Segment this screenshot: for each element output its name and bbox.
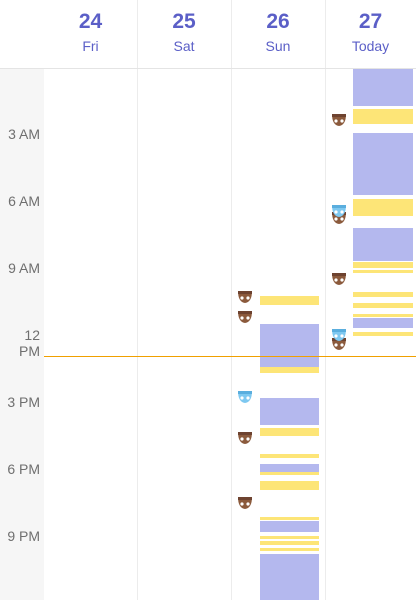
day-number: 26 [266, 10, 290, 33]
day-name: Sat [173, 38, 195, 54]
dirty-diaper-icon[interactable] [331, 272, 347, 286]
dirty-diaper-icon[interactable] [331, 113, 347, 127]
day-number: 24 [78, 10, 103, 33]
day-number: 25 [172, 10, 196, 33]
dirty-diaper-icon[interactable] [237, 431, 253, 445]
feeding-event[interactable] [260, 517, 319, 520]
feeding-event[interactable] [260, 541, 319, 545]
day-header: 24 Fri 25 Sat 26 Sun 27 Today [0, 0, 416, 68]
sleep-event[interactable] [260, 398, 319, 425]
sleep-event[interactable] [353, 318, 413, 328]
wet-diaper-icon[interactable] [237, 390, 253, 404]
column-divider [137, 69, 138, 600]
time-label-6am: 6 AM [8, 193, 40, 209]
header-column-divider [231, 0, 232, 68]
feeding-event[interactable] [353, 292, 413, 297]
column-divider [231, 69, 232, 600]
sleep-event[interactable] [260, 554, 319, 600]
feeding-event[interactable] [260, 536, 319, 539]
time-label-9am: 9 AM [8, 260, 40, 276]
day-column-header-sun[interactable]: 26 Sun [231, 0, 325, 68]
feeding-event[interactable] [353, 199, 413, 216]
feeding-event[interactable] [353, 332, 413, 336]
day-name: Fri [82, 38, 99, 54]
feeding-event[interactable] [260, 481, 319, 490]
feeding-event[interactable] [260, 428, 319, 436]
day-number: 27 [358, 10, 383, 33]
feeding-event[interactable] [353, 262, 413, 268]
wet-diaper-icon[interactable] [331, 204, 347, 218]
day-column-header-fri[interactable]: 24 Fri [44, 0, 137, 68]
time-label-6pm: 6 PM [7, 461, 40, 477]
day-column-header-sat[interactable]: 25 Sat [137, 0, 231, 68]
sleep-event[interactable] [260, 464, 319, 472]
feeding-event[interactable] [260, 367, 319, 373]
time-label-9pm: 9 PM [7, 528, 40, 544]
feeding-event[interactable] [353, 109, 413, 124]
feeding-event[interactable] [260, 472, 319, 475]
feeding-event[interactable] [353, 303, 413, 308]
time-label-12pm: 12 PM [19, 327, 40, 359]
sleep-event[interactable] [260, 521, 319, 532]
feeding-event[interactable] [260, 548, 319, 551]
dirty-diaper-icon[interactable] [237, 310, 253, 324]
sleep-event[interactable] [353, 228, 413, 261]
dirty-diaper-icon[interactable] [237, 496, 253, 510]
column-divider [325, 69, 326, 600]
day-name: Today [351, 38, 390, 54]
time-label-3am: 3 AM [8, 126, 40, 142]
header-column-divider [137, 0, 138, 68]
header-column-divider [325, 0, 326, 68]
sleep-event[interactable] [353, 69, 413, 106]
feeding-event[interactable] [260, 454, 319, 458]
current-time-indicator [44, 356, 416, 357]
time-label-3pm: 3 PM [7, 394, 40, 410]
dirty-diaper-icon[interactable] [237, 290, 253, 304]
sleep-event[interactable] [260, 324, 319, 367]
wet-diaper-icon[interactable] [331, 328, 347, 342]
feeding-event[interactable] [353, 314, 413, 317]
feeding-event[interactable] [260, 296, 319, 305]
sleep-event[interactable] [353, 133, 413, 195]
day-column-header-today[interactable]: 27 Today [325, 0, 416, 68]
feeding-event[interactable] [353, 270, 413, 273]
day-name: Sun [265, 38, 291, 54]
